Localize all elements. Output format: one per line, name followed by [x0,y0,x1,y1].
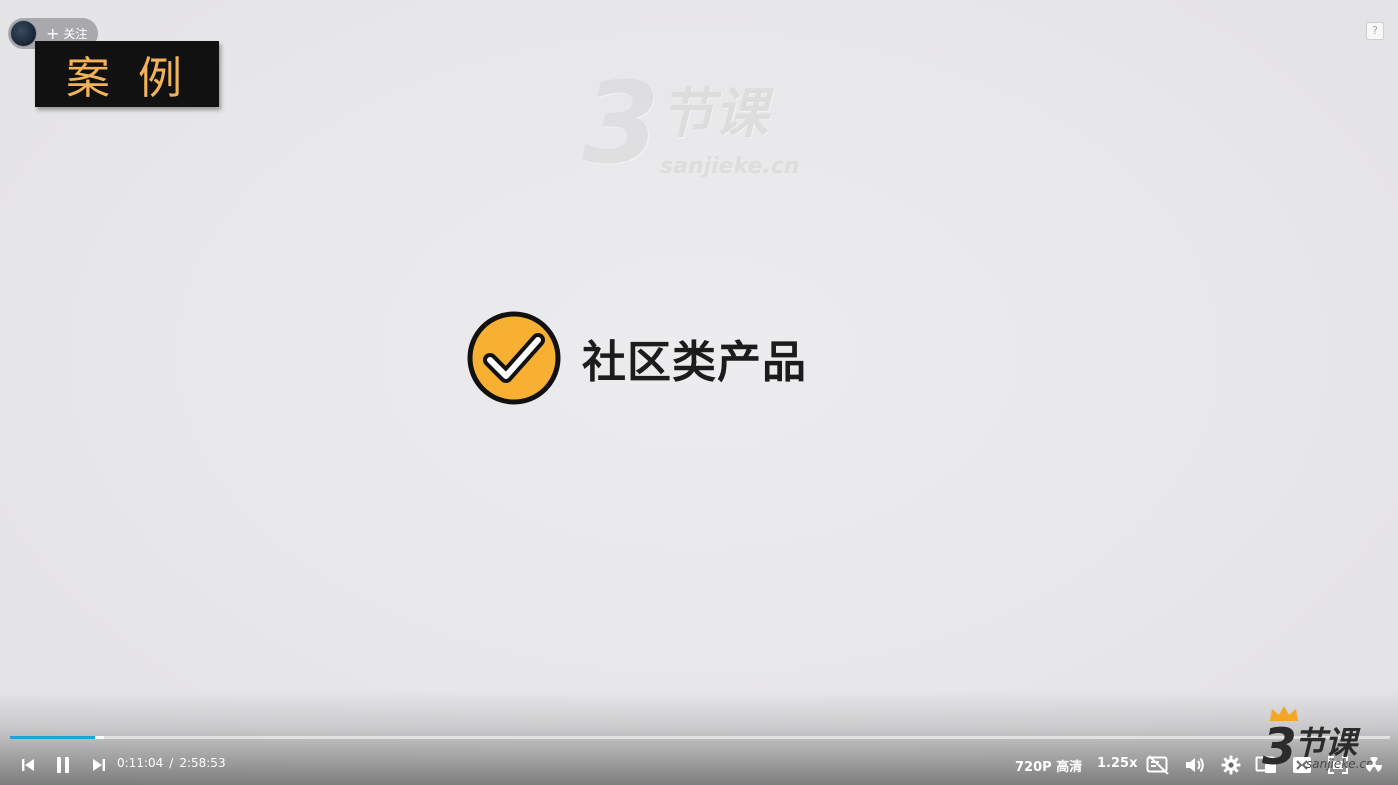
brand-digit: 3 [1262,718,1297,776]
next-button[interactable] [89,752,109,778]
quality-selector[interactable]: 720P 高清 [1015,756,1082,775]
pause-icon [57,757,69,773]
uploader-avatar[interactable] [10,20,37,47]
extra-button[interactable] [1362,752,1386,778]
danmaku-off-icon [1146,755,1169,775]
time-separator: / [169,756,174,770]
follow-button[interactable]: + 关注 [46,25,87,42]
watermark-digit: 3 [582,59,660,189]
volume-icon [1186,757,1204,773]
time-display: 0:11:04 / 2:58:53 [117,756,226,770]
video-frame[interactable]: 3 节课 sanjieke.cn + 关注 案例 ? 社区类产品 0:11:04… [0,0,1398,785]
help-button[interactable]: ? [1366,22,1384,40]
previous-icon [22,759,34,771]
pause-button[interactable] [52,752,74,778]
previous-button[interactable] [18,752,38,778]
next-icon [93,759,105,771]
watermark-url: sanjieke.cn [660,154,800,179]
current-time: 0:11:04 [117,756,164,770]
settings-button[interactable] [1219,752,1243,778]
slide-heading: 社区类产品 [466,310,807,406]
check-circle-icon [467,311,561,405]
danmaku-toggle[interactable] [1145,752,1171,778]
sanjieke-watermark: 3 节课 sanjieke.cn [582,58,822,188]
radiation-icon [1365,756,1383,772]
follow-label: 关注 [63,27,88,41]
slide-title: 社区类产品 [582,337,807,388]
watermark-name: 节课 [660,82,768,145]
settings-icon [1221,755,1241,775]
progress-fill [10,736,96,739]
plus-icon: + [46,23,60,43]
duration: 2:58:53 [179,756,226,770]
speed-selector[interactable]: 1.25x [1097,756,1137,771]
case-label: 案例 [35,41,219,107]
progress-bar[interactable] [10,736,1390,739]
volume-button[interactable] [1183,752,1207,778]
